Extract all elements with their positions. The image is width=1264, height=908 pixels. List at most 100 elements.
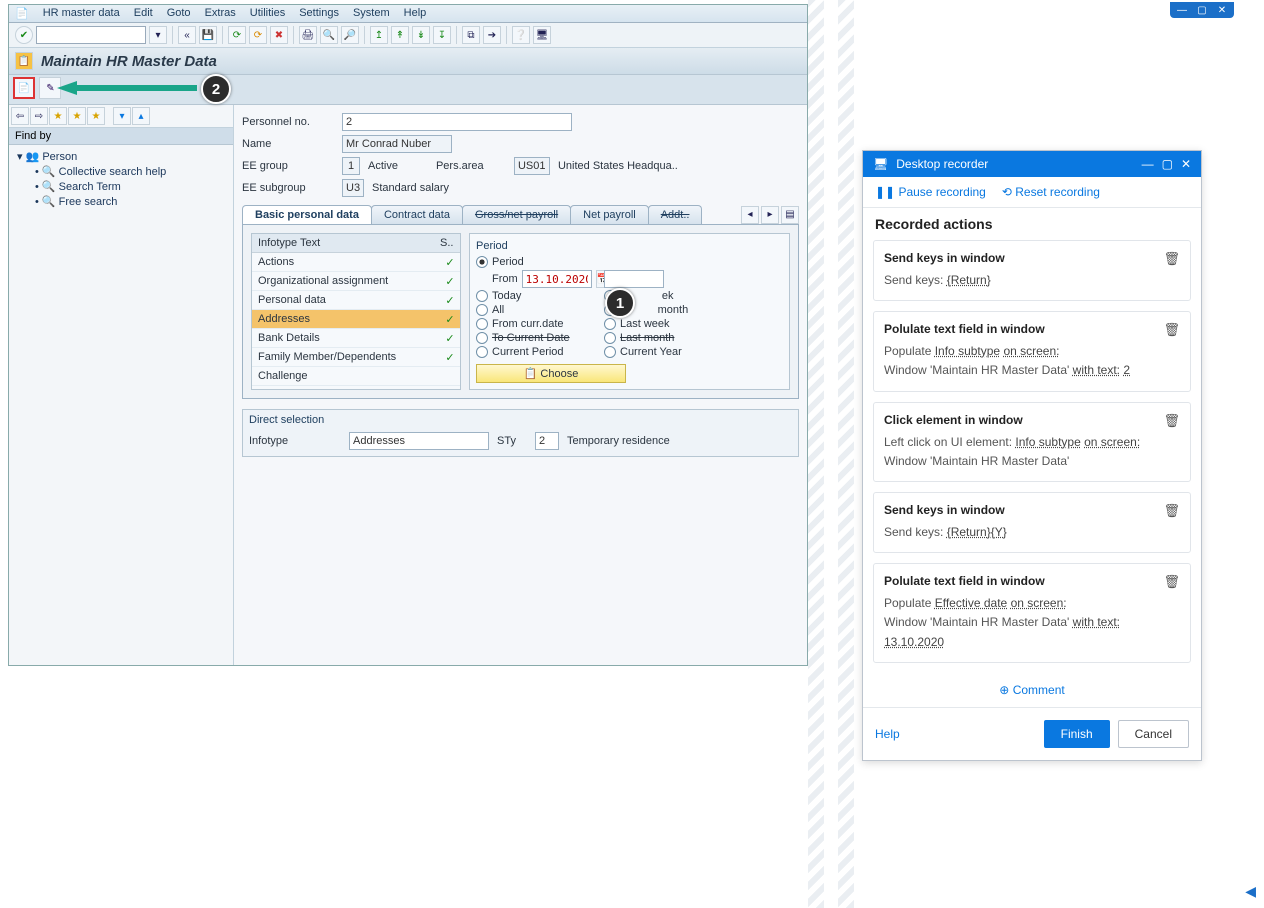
sty-label: STy [497, 435, 527, 447]
recorder-title: Desktop recorder [896, 157, 1133, 171]
menu-settings[interactable]: Settings [299, 7, 339, 20]
back-icon[interactable]: « [178, 26, 196, 44]
prev-icon[interactable]: ↟ [391, 26, 409, 44]
recorder-controls: ❚❚ Pause recording ⟲ Reset recording [863, 177, 1201, 208]
tab-scroll-left-icon[interactable]: ◂ [741, 206, 759, 224]
nav-fav3-icon[interactable]: ★ [87, 107, 105, 125]
radio-lastweek[interactable] [604, 318, 616, 330]
menu-edit[interactable]: Edit [134, 7, 153, 20]
radio-tocurr[interactable] [476, 332, 488, 344]
find-icon[interactable]: 🔍 [320, 26, 338, 44]
exec-green-icon[interactable]: ⟳ [228, 26, 246, 44]
tree-item-freesearch[interactable]: • 🔍 Free search [17, 194, 225, 209]
finish-button[interactable]: Finish [1044, 720, 1110, 748]
command-field[interactable] [36, 26, 146, 44]
list-item[interactable]: Actions✓ [252, 253, 460, 272]
delete-action-icon[interactable]: 🗑 [1163, 322, 1180, 338]
print-icon[interactable]: 🖨 [299, 26, 317, 44]
radio-curryear[interactable] [604, 346, 616, 358]
minimize-icon[interactable]: — [1173, 3, 1191, 17]
persarea-code [514, 157, 550, 175]
delete-action-icon[interactable]: 🗑 [1163, 251, 1180, 267]
next-icon[interactable]: ↡ [412, 26, 430, 44]
list-item[interactable]: Addresses✓ [252, 310, 460, 329]
nav-fav2-icon[interactable]: ★ [68, 107, 86, 125]
recorder-max-icon[interactable]: ▢ [1162, 157, 1173, 171]
recorder-close-icon[interactable]: ✕ [1181, 157, 1191, 171]
menu-extras[interactable]: Extras [205, 7, 236, 20]
infotype-input[interactable] [349, 432, 489, 450]
nav-expand-icon[interactable]: ▾ [113, 107, 131, 125]
list-item[interactable]: Personal data✓ [252, 291, 460, 310]
delete-action-icon[interactable]: 🗑 [1163, 574, 1180, 590]
radio-lastmonth[interactable] [604, 332, 616, 344]
tab-basic[interactable]: Basic personal data [242, 205, 372, 224]
shortcut-icon[interactable]: ➔ [483, 26, 501, 44]
tab-scroll-right-icon[interactable]: ▸ [761, 206, 779, 224]
tab-addt[interactable]: Addt.. [648, 205, 703, 224]
pernr-input[interactable] [342, 113, 572, 131]
recorder-min-icon[interactable]: — [1142, 157, 1154, 171]
add-comment-button[interactable]: ⊕ Comment [863, 673, 1201, 707]
pause-recording-button[interactable]: ❚❚ Pause recording [875, 185, 986, 199]
create-button[interactable]: 📄 [13, 77, 35, 99]
tree-person[interactable]: ▾ 👥 Person [17, 149, 225, 164]
list-item[interactable]: Organizational assignment✓ [252, 272, 460, 291]
last-icon[interactable]: ↧ [433, 26, 451, 44]
menu-goto[interactable]: Goto [167, 7, 191, 20]
desktop-recorder: 🖥 Desktop recorder — ▢ ✕ ❚❚ Pause record… [862, 150, 1202, 761]
ok-icon[interactable]: ✔ [15, 26, 33, 44]
list-item[interactable]: Bank Details✓ [252, 329, 460, 348]
help-link[interactable]: Help [875, 727, 900, 741]
tab-gross[interactable]: Gross/net payroll [462, 205, 571, 224]
list-item[interactable]: Family Member/Dependents✓ [252, 348, 460, 367]
tree-item-searchterm[interactable]: • 🔍 Search Term [17, 179, 225, 194]
tree-item-collective[interactable]: • 🔍 Collective search help [17, 164, 225, 179]
nav-fav1-icon[interactable]: ★ [49, 107, 67, 125]
delete-action-icon[interactable]: 🗑 [1163, 413, 1180, 429]
radio-all[interactable] [476, 304, 488, 316]
nav-right-icon[interactable]: ⇨ [30, 107, 48, 125]
collapse-chevron-icon[interactable]: ◀ [1245, 883, 1256, 900]
layout-icon[interactable]: 🖥 [533, 26, 551, 44]
radio-today[interactable] [476, 290, 488, 302]
from-date-input[interactable] [522, 270, 592, 288]
page-title: Maintain HR Master Data [41, 53, 217, 70]
tab-net[interactable]: Net payroll [570, 205, 649, 224]
menu-hr[interactable]: HR master data [43, 7, 120, 20]
radio-fromcurr[interactable] [476, 318, 488, 330]
session-icon[interactable]: ⧉ [462, 26, 480, 44]
tab-list-icon[interactable]: ▤ [781, 206, 799, 224]
choose-button[interactable]: 📋 Choose [476, 364, 626, 383]
menu-system[interactable]: System [353, 7, 390, 20]
first-icon[interactable]: ↥ [370, 26, 388, 44]
recorded-action-card[interactable]: 🗑Send keys in windowSend keys: {Return}{… [873, 492, 1191, 553]
recorder-header: 🖥 Desktop recorder — ▢ ✕ [863, 151, 1201, 177]
recorded-action-card[interactable]: 🗑Click element in windowLeft click on UI… [873, 402, 1191, 482]
radio-period[interactable] [476, 256, 488, 268]
save-icon[interactable]: 💾 [199, 26, 217, 44]
dropdown-icon[interactable]: ▾ [149, 26, 167, 44]
to-date-input[interactable] [604, 270, 664, 288]
maximize-icon[interactable]: ▢ [1193, 3, 1211, 17]
help-icon[interactable]: ❔ [512, 26, 530, 44]
menu-icon[interactable]: 📄 [15, 7, 29, 20]
recorded-action-card[interactable]: 🗑Polulate text field in windowPopulate E… [873, 563, 1191, 663]
reset-recording-button[interactable]: ⟲ Reset recording [1002, 185, 1100, 199]
menu-help[interactable]: Help [404, 7, 427, 20]
list-item[interactable]: Challenge [252, 367, 460, 386]
recorded-action-card[interactable]: 🗑Polulate text field in windowPopulate I… [873, 311, 1191, 391]
cancel-red-icon[interactable]: ✖ [270, 26, 288, 44]
findnext-icon[interactable]: 🔎 [341, 26, 359, 44]
recorded-action-card[interactable]: 🗑Send keys in windowSend keys: {Return} [873, 240, 1191, 301]
tab-contract[interactable]: Contract data [371, 205, 463, 224]
delete-action-icon[interactable]: 🗑 [1163, 503, 1180, 519]
nav-left-icon[interactable]: ⇦ [11, 107, 29, 125]
nav-collapse-icon[interactable]: ▴ [132, 107, 150, 125]
sty-input[interactable] [535, 432, 559, 450]
cancel-button[interactable]: Cancel [1118, 720, 1189, 748]
radio-currperiod[interactable] [476, 346, 488, 358]
close-icon[interactable]: ✕ [1213, 3, 1231, 17]
exec-amber-icon[interactable]: ⟳ [249, 26, 267, 44]
menu-utilities[interactable]: Utilities [250, 7, 285, 20]
